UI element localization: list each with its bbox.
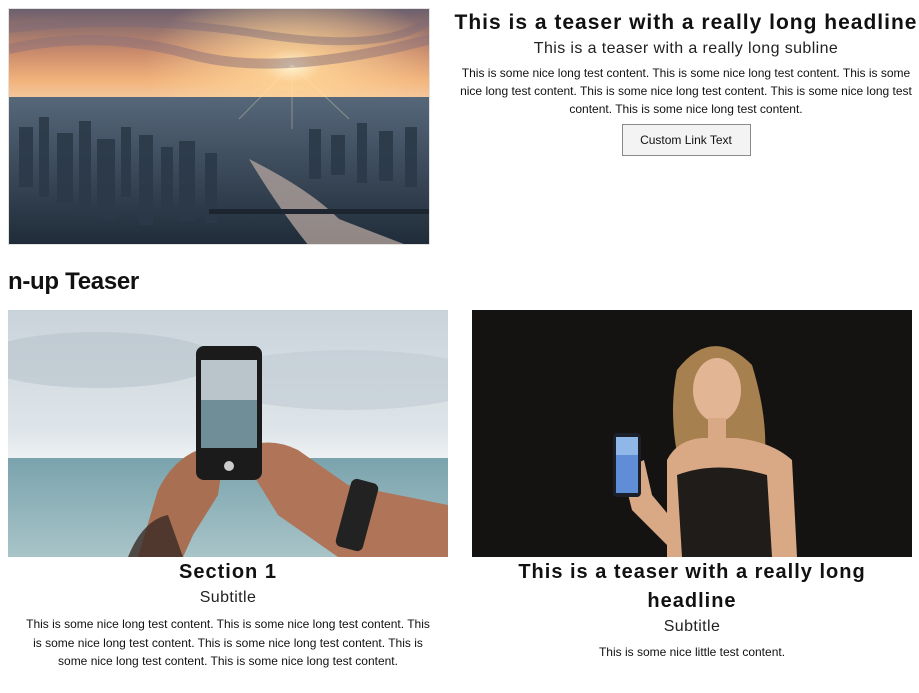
- card-1-body: This is some nice long test content. Thi…: [26, 617, 430, 668]
- hero-subline: This is a teaser with a really long subl…: [533, 40, 839, 57]
- hero-image: [8, 8, 430, 245]
- hero-body-text: This is some nice long test content. Thi…: [460, 66, 912, 116]
- card-2-subtitle: Subtitle: [663, 618, 721, 635]
- hero-headline: This is a teaser with a really long head…: [454, 11, 918, 34]
- nup-card-section-1: Section 1 Subtitle This is some nice lon…: [8, 310, 448, 671]
- card-1-title: Section 1: [179, 561, 277, 583]
- card-2-body: This is some nice little test content.: [598, 645, 786, 659]
- card-2-image: [472, 310, 912, 557]
- page: This is a teaser with a really long head…: [0, 0, 919, 693]
- card-1-image: [8, 310, 448, 557]
- card-2-title: This is a teaser with a really long head…: [518, 561, 866, 612]
- card-1-text: Section 1 Subtitle This is some nice lon…: [8, 558, 448, 671]
- nup-card-2: This is a teaser with a really long head…: [472, 310, 912, 662]
- card-2-text: This is a teaser with a really long head…: [472, 558, 912, 662]
- hero-teaser-text: This is a teaser with a really long head…: [454, 8, 918, 156]
- custom-link-button[interactable]: Custom Link Text: [621, 124, 751, 156]
- card-1-subtitle: Subtitle: [199, 589, 257, 606]
- nup-section-heading: n-up Teaser: [8, 268, 139, 295]
